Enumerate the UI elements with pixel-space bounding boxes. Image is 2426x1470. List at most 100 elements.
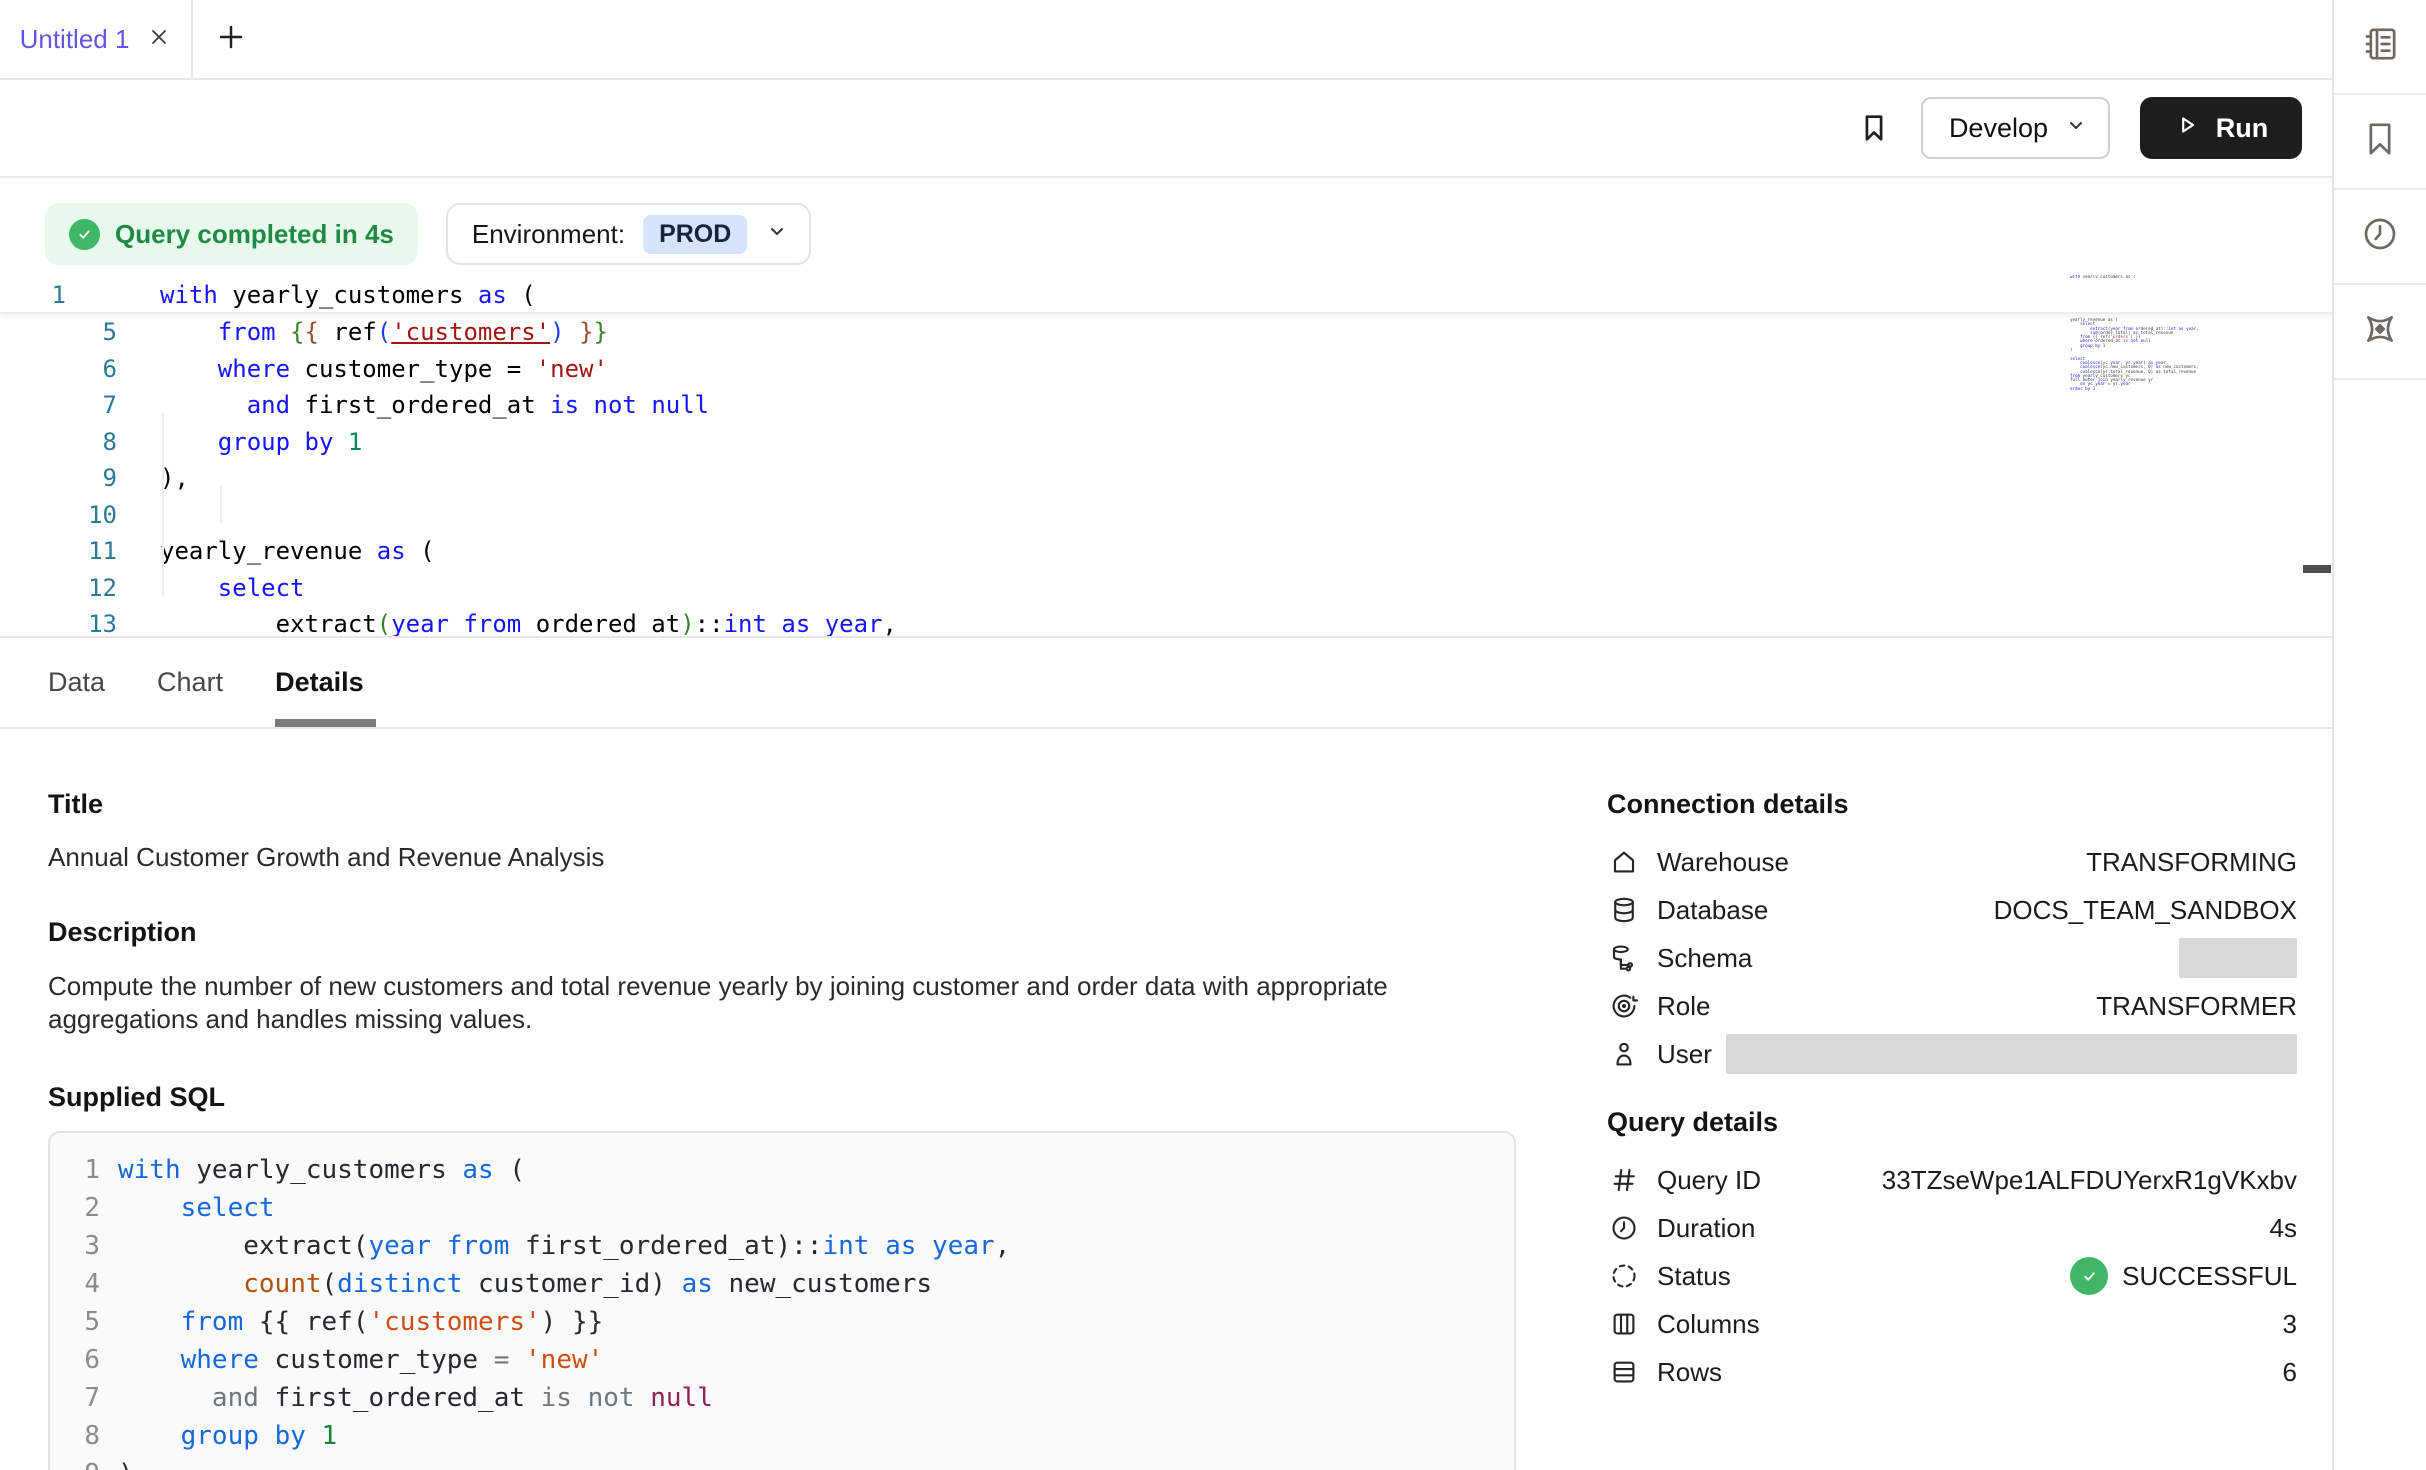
line-number: 7 bbox=[50, 1379, 100, 1417]
detail-row: StatusSUCCESSFUL bbox=[1607, 1252, 2297, 1300]
toolbar: Develop Run bbox=[0, 80, 2332, 178]
code-line[interactable]: 12 select bbox=[0, 570, 2332, 607]
editor-scrollbar-thumb[interactable] bbox=[2303, 565, 2331, 573]
line-number: 8 bbox=[0, 424, 117, 461]
indent-guide bbox=[220, 486, 222, 523]
code-text: where customer_type = 'new' bbox=[100, 1341, 603, 1379]
chevron-down-icon bbox=[765, 219, 789, 250]
database-icon bbox=[1607, 893, 1641, 927]
sidebar-item-history[interactable] bbox=[2334, 190, 2426, 285]
code-line[interactable]: 5 from {{ ref('customers') }} bbox=[0, 314, 2332, 351]
detail-row: RoleTRANSFORMER bbox=[1607, 982, 2297, 1030]
code-text: yearly_revenue as ( bbox=[117, 533, 435, 570]
code-line[interactable]: 10 bbox=[0, 497, 2332, 534]
code-line[interactable]: 11yearly_revenue as ( bbox=[0, 533, 2332, 570]
run-button[interactable]: Run bbox=[2140, 97, 2302, 159]
detail-value: TRANSFORMING bbox=[2086, 847, 2297, 878]
editor-lines: 5 from {{ ref('customers') }}6 where cus… bbox=[0, 314, 2332, 638]
detail-row: Duration 4s bbox=[1607, 1204, 2297, 1252]
line-number: 1 bbox=[0, 278, 66, 312]
code-line: 2 select bbox=[50, 1189, 1514, 1227]
query-status-text: Query completed in 4s bbox=[115, 219, 394, 250]
line-number: 7 bbox=[0, 387, 117, 424]
detail-row: User bbox=[1607, 1030, 2297, 1078]
editor-code-area[interactable]: 1with yearly_customers as ( 5 from {{ re… bbox=[0, 278, 2332, 636]
code-line: 9), bbox=[50, 1455, 1514, 1470]
columns-icon bbox=[1607, 1307, 1641, 1341]
connection-details-rows: WarehouseTRANSFORMINGDatabaseDOCS_TEAM_S… bbox=[1607, 838, 2297, 1078]
code-text: extract(year from first_ordered_at)::int… bbox=[100, 1227, 1010, 1265]
code-text: and first_ordered_at is not null bbox=[117, 387, 709, 424]
code-line: 5 from {{ ref('customers') }} bbox=[50, 1303, 1514, 1341]
detail-row: Rows6 bbox=[1607, 1348, 2297, 1396]
environment-label: Environment: bbox=[472, 219, 625, 250]
line-number: 6 bbox=[0, 351, 117, 388]
code-line[interactable]: 9), bbox=[0, 460, 2332, 497]
hash-icon bbox=[1607, 1163, 1641, 1197]
sql-editor: Query completed in 4s Environment: PROD … bbox=[0, 178, 2332, 638]
status-value: SUCCESSFUL bbox=[2070, 1257, 2297, 1295]
detail-value: 33TZseWpe1ALFDUYerxR1gVKxbv bbox=[1882, 1165, 2297, 1196]
code-text: group by 1 bbox=[117, 424, 362, 461]
close-icon[interactable] bbox=[147, 25, 171, 54]
editor-status-row: Query completed in 4s Environment: PROD bbox=[0, 178, 2332, 265]
code-text: extract(year from ordered_at)::int as ye… bbox=[117, 606, 897, 638]
sidebar-item-copilot[interactable] bbox=[2334, 285, 2426, 380]
detail-row: Schema bbox=[1607, 934, 2297, 982]
code-text: and first_ordered_at is not null bbox=[100, 1379, 713, 1417]
develop-label: Develop bbox=[1949, 113, 2048, 144]
detail-row: Columns 3 bbox=[1607, 1300, 2297, 1348]
code-text: ), bbox=[117, 460, 189, 497]
line-number: 3 bbox=[50, 1227, 100, 1265]
rows-icon bbox=[1607, 1355, 1641, 1389]
chevron-down-icon bbox=[2064, 113, 2088, 144]
detail-row: DatabaseDOCS_TEAM_SANDBOX bbox=[1607, 886, 2297, 934]
code-line: 1with yearly_customers as ( bbox=[50, 1151, 1514, 1189]
environment-selector[interactable]: Environment: PROD bbox=[446, 203, 811, 265]
tab-label: Untitled 1 bbox=[20, 24, 130, 55]
detail-value: 3 bbox=[2283, 1309, 2297, 1340]
new-tab-button[interactable] bbox=[193, 0, 269, 78]
title-value: Annual Customer Growth and Revenue Analy… bbox=[48, 842, 1516, 873]
detail-value: 4s bbox=[2270, 1213, 2297, 1244]
tab-details[interactable]: Details bbox=[275, 638, 376, 727]
tab-data[interactable]: Data bbox=[48, 638, 105, 727]
develop-dropdown[interactable]: Develop bbox=[1921, 97, 2110, 159]
line-number: 12 bbox=[0, 570, 117, 607]
result-tabs: Data Chart Details bbox=[0, 638, 2332, 729]
details-panel: Title Annual Customer Growth and Revenue… bbox=[0, 729, 2332, 1470]
detail-label: Role bbox=[1657, 991, 1710, 1022]
tab-untitled-1[interactable]: Untitled 1 bbox=[0, 0, 193, 78]
line-number: 5 bbox=[50, 1303, 100, 1341]
code-line[interactable]: 7 and first_ordered_at is not null bbox=[0, 387, 2332, 424]
role-icon bbox=[1607, 989, 1641, 1023]
code-line: 4 count(distinct customer_id) as new_cus… bbox=[50, 1265, 1514, 1303]
code-line[interactable]: 6 where customer_type = 'new' bbox=[0, 351, 2332, 388]
history-clock-icon bbox=[2360, 214, 2400, 259]
code-line[interactable]: 8 group by 1 bbox=[0, 424, 2332, 461]
line-number: 4 bbox=[50, 1265, 100, 1303]
code-line[interactable]: 1with yearly_customers as ( bbox=[0, 278, 2332, 312]
detail-label: Columns bbox=[1657, 1309, 1760, 1340]
editor-sticky-line: 1with yearly_customers as ( bbox=[0, 278, 2332, 314]
code-text: from {{ ref('customers') }} bbox=[100, 1303, 603, 1341]
code-text: select bbox=[117, 570, 305, 607]
details-right-column: Connection details WarehouseTRANSFORMING… bbox=[1607, 789, 2297, 1470]
play-icon bbox=[2174, 112, 2200, 145]
code-text: ), bbox=[100, 1455, 149, 1470]
code-text: count(distinct customer_id) as new_custo… bbox=[100, 1265, 932, 1303]
line-number: 6 bbox=[50, 1341, 100, 1379]
code-line[interactable]: 13 extract(year from ordered_at)::int as… bbox=[0, 606, 2332, 638]
query-status-badge: Query completed in 4s bbox=[45, 203, 418, 265]
detail-label: Duration bbox=[1657, 1213, 1755, 1244]
sidebar-item-notebook[interactable] bbox=[2334, 0, 2426, 95]
query-details-heading: Query details bbox=[1607, 1107, 2297, 1138]
notebook-icon bbox=[2360, 24, 2400, 69]
tab-chart[interactable]: Chart bbox=[157, 638, 223, 727]
sidebar-item-bookmarks[interactable] bbox=[2334, 95, 2426, 190]
tab-details-label: Details bbox=[275, 667, 364, 698]
clock-icon bbox=[1607, 1211, 1641, 1245]
new-tab-icon bbox=[216, 22, 246, 57]
bookmark-icon[interactable] bbox=[1857, 111, 1891, 145]
environment-value-badge: PROD bbox=[643, 215, 747, 254]
